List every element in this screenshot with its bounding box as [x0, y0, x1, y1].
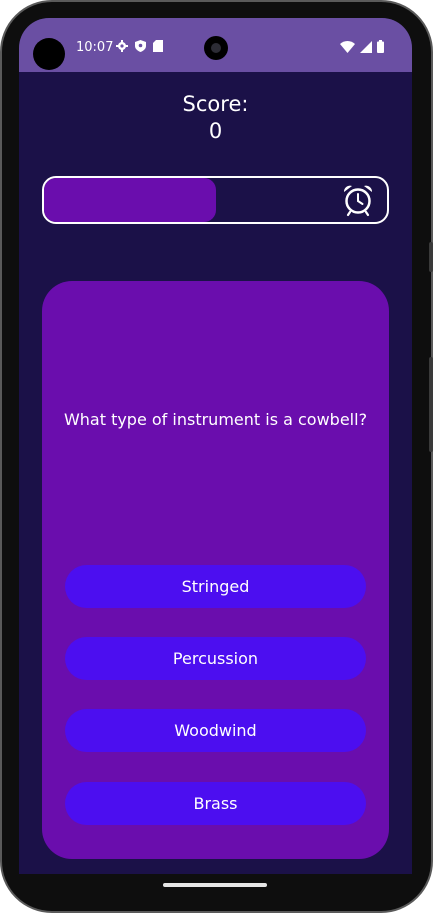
- answer-button-1[interactable]: Stringed: [65, 565, 366, 608]
- timer-progress-fill: [44, 178, 216, 222]
- status-time: 10:07: [76, 40, 114, 55]
- question-text: What type of instrument is a cowbell?: [63, 410, 368, 429]
- gear-icon: [116, 40, 128, 52]
- sd-card-icon: [153, 40, 163, 52]
- status-bar: 10:07: [19, 18, 412, 72]
- power-button: [429, 242, 433, 272]
- phone-frame: 10:07 Score: 0 What type of instrument i…: [0, 0, 433, 913]
- wifi-icon: [340, 40, 355, 53]
- score-label: Score:: [182, 92, 249, 116]
- score-value: 0: [208, 119, 223, 143]
- home-gesture-bar[interactable]: [163, 883, 267, 887]
- answer-button-2[interactable]: Percussion: [65, 637, 366, 680]
- question-card: What type of instrument is a cowbell? St…: [42, 281, 389, 859]
- shield-icon: [135, 40, 146, 52]
- front-camera-cutout: [33, 38, 65, 70]
- alarm-clock-icon: [343, 185, 373, 217]
- status-system-icons: [340, 40, 384, 53]
- answer-button-4[interactable]: Brass: [65, 782, 366, 825]
- volume-button: [429, 357, 433, 452]
- center-camera-cutout: [204, 36, 228, 60]
- timer-progress-bar: [42, 176, 389, 224]
- cell-signal-icon: [360, 40, 372, 53]
- status-notification-icons: [116, 40, 163, 52]
- app-screen: 10:07 Score: 0 What type of instrument i…: [19, 18, 412, 874]
- answer-button-3[interactable]: Woodwind: [65, 709, 366, 752]
- battery-icon: [377, 40, 384, 53]
